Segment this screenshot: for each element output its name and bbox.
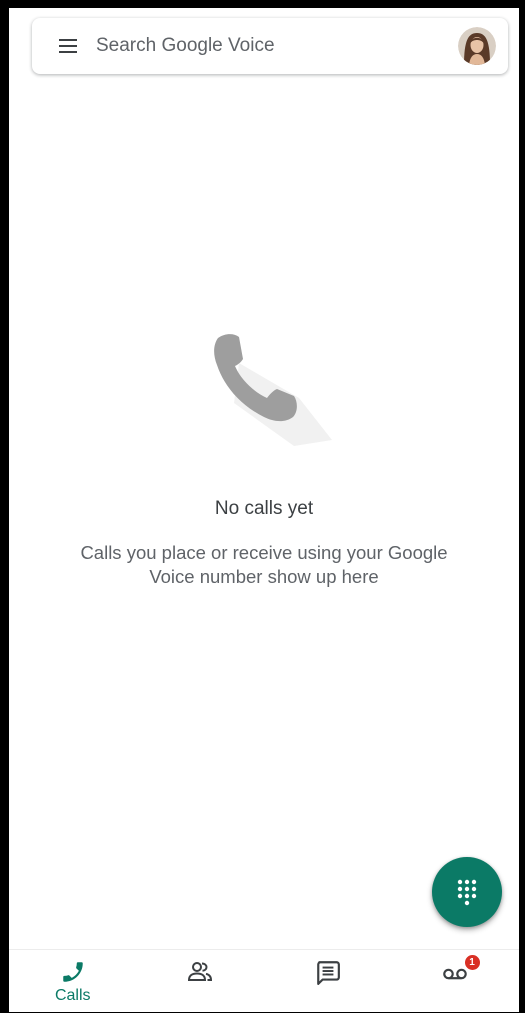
empty-state-description: Calls you place or receive using your Go… [80, 542, 448, 587]
phone-icon [63, 962, 83, 982]
bottom-navigation: Calls 1 [9, 949, 519, 1012]
app-screen: Search Google Voice No calls yet Calls y… [9, 8, 519, 1012]
dialpad-icon [457, 879, 477, 906]
empty-state-title: No calls yet [214, 498, 314, 519]
contacts-icon [188, 962, 213, 981]
voicemail-badge: 1 [464, 955, 480, 970]
dialpad-button[interactable] [432, 857, 502, 927]
menu-button[interactable] [44, 22, 92, 70]
nav-tab-contacts[interactable] [137, 950, 265, 1012]
profile-photo [458, 27, 496, 65]
nav-tab-calls-label: Calls [54, 987, 91, 1004]
menu-icon [59, 39, 77, 53]
phone-icon [214, 334, 332, 446]
search-input[interactable]: Search Google Voice [96, 35, 458, 57]
message-icon [316, 961, 340, 985]
nav-tab-calls[interactable]: Calls [9, 950, 137, 1012]
search-bar[interactable]: Search Google Voice [32, 18, 508, 74]
nav-tab-voicemail[interactable]: 1 [392, 950, 520, 1012]
avatar[interactable] [458, 27, 496, 65]
nav-tab-messages[interactable] [264, 950, 392, 1012]
